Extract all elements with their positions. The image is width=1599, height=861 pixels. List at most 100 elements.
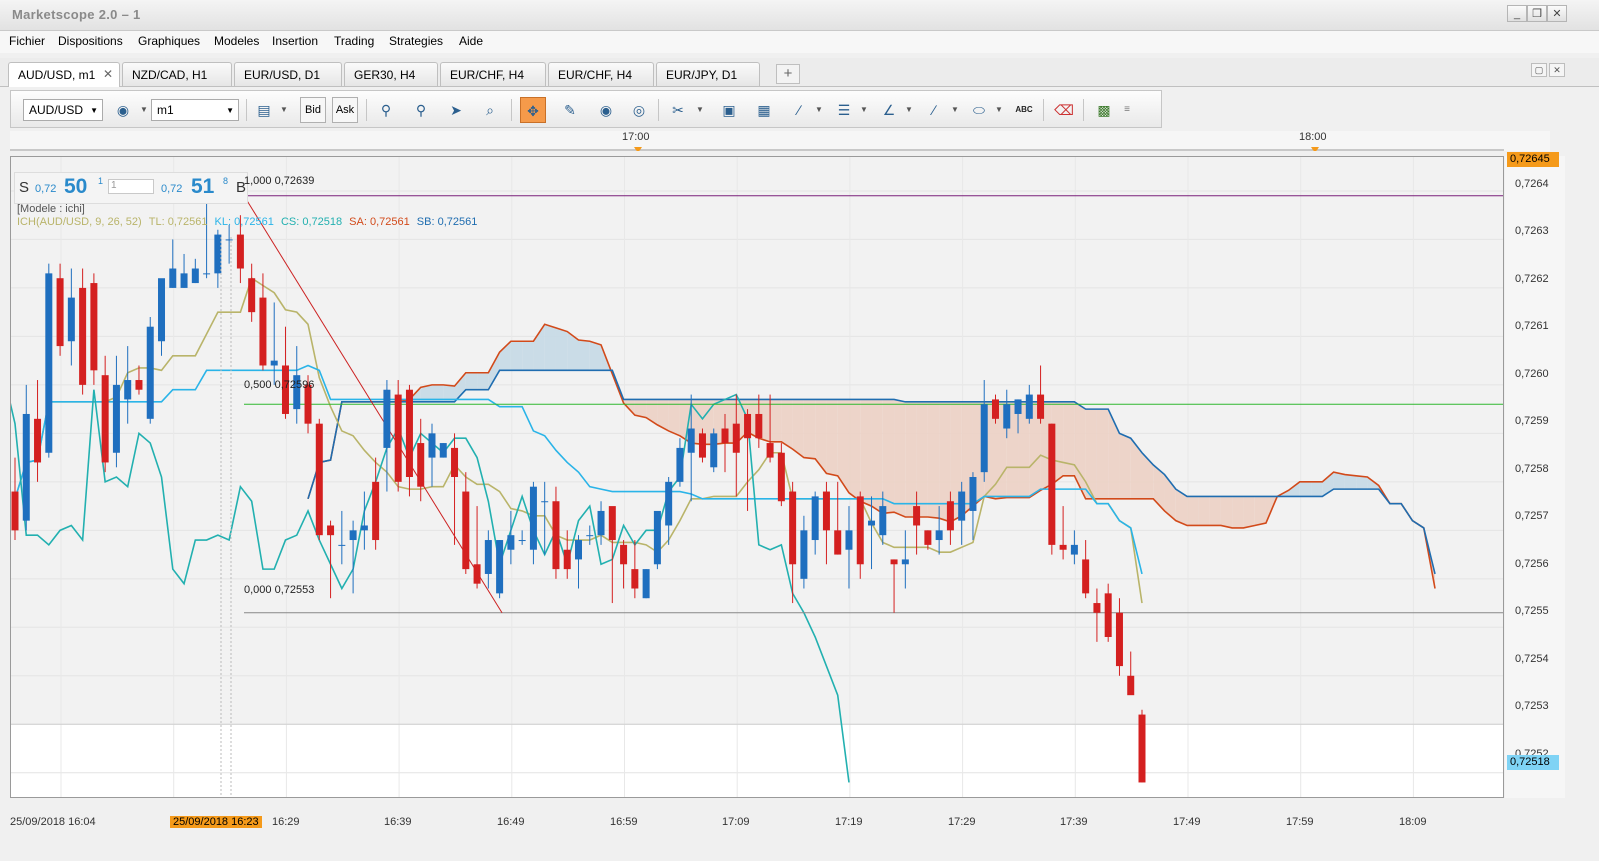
picture-icon[interactable]: ▣ <box>716 97 742 123</box>
chart-type-icon[interactable]: ▤ <box>251 97 277 123</box>
menu-aide[interactable]: Aide <box>459 34 483 48</box>
candle-body <box>890 559 898 565</box>
chevron-down-icon[interactable]: ▼ <box>860 105 868 114</box>
pointer-icon[interactable]: ➤ <box>443 97 469 123</box>
candle-body <box>1115 612 1123 667</box>
crosshair-icon[interactable]: ✥ <box>520 97 546 123</box>
span-b-value: SB: 0,72561 <box>416 216 478 228</box>
price-chart[interactable] <box>11 157 1503 797</box>
x-tick-label: 17:49 <box>1173 816 1201 828</box>
y-tick-label: 0,7261 <box>1515 320 1549 332</box>
candle-body <box>236 234 244 269</box>
menu-dispositions[interactable]: Dispositions <box>58 34 123 48</box>
tab-eurusd-d1[interactable]: EUR/USD, D1 <box>234 62 342 86</box>
tab-eurjpy-d1[interactable]: EUR/JPY, D1 <box>656 62 760 86</box>
candle-body <box>868 520 876 526</box>
candle-body <box>259 297 267 366</box>
zoom-in-icon[interactable]: ⚲ <box>373 97 399 123</box>
edit-icon[interactable]: ✎ <box>557 97 583 123</box>
overflow-icon[interactable]: ≡ <box>1119 97 1135 123</box>
candle-body <box>439 443 447 458</box>
tab-eurchf-h4-2[interactable]: EUR/CHF, H4 <box>548 62 654 86</box>
chart-restore-button[interactable]: ▢ <box>1531 63 1547 77</box>
candle-body <box>225 239 233 241</box>
draw-lines-icon[interactable]: ∕ <box>786 97 812 123</box>
y-tick-label: 0,7253 <box>1515 700 1549 712</box>
tenkan-value: TL: 0,72561 <box>148 216 208 228</box>
chevron-down-icon[interactable]: ▼ <box>815 105 823 114</box>
magnifier-icon[interactable]: ⌕ <box>477 97 503 123</box>
ellipse-icon[interactable]: ⬭ <box>966 97 992 123</box>
buy-price[interactable]: 51 <box>191 175 214 199</box>
fib-level-0: 0,000 0,72553 <box>244 584 315 596</box>
candle-body <box>11 491 19 531</box>
add-tab-button[interactable]: + <box>776 64 800 84</box>
menu-fichier[interactable]: Fichier <box>9 34 45 48</box>
amount-input[interactable]: 1 <box>108 179 154 194</box>
ichimoku-cloud <box>1254 496 1266 526</box>
candle-body <box>879 506 887 536</box>
candle-body <box>631 569 639 589</box>
tab-nzdcad-h1[interactable]: NZD/CAD, H1 <box>122 62 232 86</box>
candle-body <box>856 496 864 565</box>
eye-icon[interactable]: ◉ <box>593 97 619 123</box>
ichimoku-cloud <box>555 327 568 371</box>
chevron-down-icon[interactable]: ▼ <box>140 105 148 114</box>
candle-body <box>822 491 830 531</box>
chevron-down-icon[interactable]: ▼ <box>905 105 913 114</box>
tab-audusd-m1[interactable]: AUD/USD, m1 ✕ <box>8 62 120 87</box>
candle-body <box>789 491 797 565</box>
tab-ger30-h4[interactable]: GER30, H4 <box>344 62 438 86</box>
hierarchy-icon[interactable]: ▩ <box>1091 97 1117 123</box>
menu-strategies[interactable]: Strategies <box>389 34 443 48</box>
eraser-icon[interactable]: ⌫ <box>1051 97 1077 123</box>
chevron-down-icon[interactable]: ▼ <box>951 105 959 114</box>
trendline-icon[interactable]: ∕ <box>921 97 947 123</box>
timeframe-select[interactable]: m1 ▼ <box>151 99 239 121</box>
close-button[interactable]: ✕ <box>1547 5 1567 22</box>
candle-body <box>496 540 504 594</box>
candle-body <box>372 481 380 541</box>
sell-label[interactable]: S <box>19 179 29 196</box>
fan-lines-icon[interactable]: ∠ <box>876 97 902 123</box>
chevron-down-icon[interactable]: ▼ <box>995 105 1003 114</box>
candle-body <box>845 530 853 550</box>
candle-body <box>586 535 594 537</box>
menu-graphiques[interactable]: Graphiques <box>138 34 200 48</box>
candle-body <box>56 278 64 347</box>
menu-trading[interactable]: Trading <box>334 34 374 48</box>
ask-button[interactable]: Ask <box>332 97 358 123</box>
globe-icon[interactable]: ◎ <box>626 97 652 123</box>
candle-body <box>45 273 53 453</box>
chevron-down-icon[interactable]: ▼ <box>696 105 704 114</box>
menu-modeles[interactable]: Modeles <box>214 34 259 48</box>
bid-button[interactable]: Bid <box>300 97 326 123</box>
horizontal-lines-icon[interactable]: ☰ <box>831 97 857 123</box>
candle-body <box>315 423 323 536</box>
chevron-down-icon[interactable]: ▼ <box>280 105 288 114</box>
candle-body <box>22 413 30 521</box>
candle-body <box>394 394 402 482</box>
ichimoku-cloud <box>882 399 895 514</box>
window-icon[interactable]: ▦ <box>751 97 777 123</box>
zoom-out-icon[interactable]: ⚲ <box>408 97 434 123</box>
x-tick-label: 16:59 <box>610 816 638 828</box>
candle-body <box>924 530 932 545</box>
menu-insertion[interactable]: Insertion <box>272 34 318 48</box>
minimize-button[interactable]: _ <box>1507 5 1527 22</box>
text-tool-icon[interactable]: ABC <box>1011 97 1037 123</box>
candle-body <box>79 287 87 385</box>
candle-body <box>180 273 188 288</box>
candle-body <box>665 481 673 526</box>
candle-body <box>360 525 368 531</box>
ruler-icon[interactable]: ✂ <box>665 97 691 123</box>
candle-body <box>270 360 278 366</box>
compare-icon[interactable]: ◉ <box>110 97 136 123</box>
sell-price[interactable]: 50 <box>64 175 87 199</box>
close-icon[interactable]: ✕ <box>103 67 113 81</box>
tab-eurchf-h4[interactable]: EUR/CHF, H4 <box>440 62 546 86</box>
restore-button[interactable]: ❒ <box>1527 5 1547 22</box>
chart-close-button[interactable]: ✕ <box>1549 63 1565 77</box>
fib-level-1: 1,000 0,72639 <box>244 175 315 187</box>
symbol-select[interactable]: AUD/USD ▼ <box>23 99 103 121</box>
